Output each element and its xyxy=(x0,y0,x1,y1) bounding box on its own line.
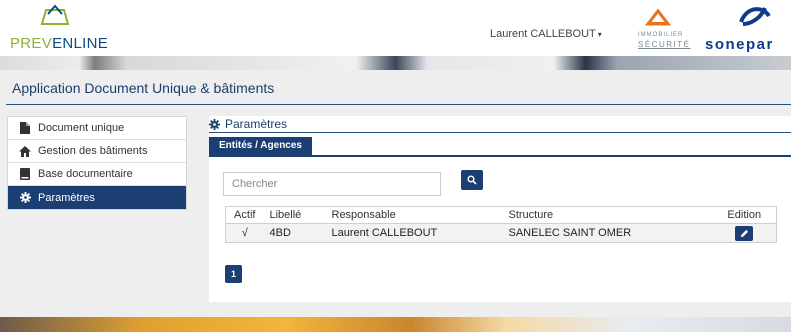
caret-down-icon: ▾ xyxy=(597,30,602,39)
app-area: Application Document Unique & bâtiments … xyxy=(0,70,791,317)
page-title: Application Document Unique & bâtiments xyxy=(12,80,275,96)
tab-divider xyxy=(209,155,791,157)
immobilier-securite-logo: IMMOBILIER SÉCURITÉ xyxy=(636,4,700,50)
sidebar-item-document-unique[interactable]: Document unique xyxy=(8,117,186,140)
section-title: Paramètres xyxy=(225,117,288,131)
pagination-page-1[interactable]: 1 xyxy=(225,265,242,283)
sidebar-item-gestion-batiments[interactable]: Gestion des bâtiments xyxy=(8,140,186,163)
main-panel: Paramètres Entités / Agences Actif Libel… xyxy=(209,116,791,302)
gear-icon xyxy=(209,118,220,130)
sonepar-logo: sonepar xyxy=(703,4,791,54)
col-header-actif[interactable]: Actif xyxy=(225,206,264,224)
sidebar-item-label: Base documentaire xyxy=(38,168,133,180)
cell-edition xyxy=(712,223,777,243)
col-header-structure[interactable]: Structure xyxy=(502,206,713,224)
tab-entites-agences[interactable]: Entités / Agences xyxy=(209,137,312,155)
sidebar-nav: Document unique Gestion des bâtiments Ba… xyxy=(7,116,187,210)
search-button[interactable] xyxy=(461,170,483,190)
search-icon xyxy=(467,175,477,185)
triangle-logo-icon xyxy=(644,8,672,26)
edit-button[interactable] xyxy=(735,225,754,241)
section-header: Paramètres xyxy=(209,116,287,132)
file-icon xyxy=(18,122,32,134)
cell-libelle: 4BD xyxy=(263,223,326,243)
logo-text-pre: PREV xyxy=(10,35,53,52)
sidebar-item-label: Gestion des bâtiments xyxy=(38,145,148,157)
preventline-logo[interactable]: PREVENLINE xyxy=(10,2,120,54)
search-input[interactable] xyxy=(223,172,441,196)
col-header-libelle[interactable]: Libellé xyxy=(263,206,326,224)
logo-text-rest: ENLINE xyxy=(52,35,109,52)
top-header: PREVENLINE Laurent CALLEBOUT ▾ IMMOBILIER… xyxy=(0,0,791,56)
cell-structure: SANELEC SAINT OMER xyxy=(502,223,713,243)
sidebar-item-label: Document unique xyxy=(38,122,125,134)
user-menu-dropdown[interactable]: Laurent CALLEBOUT ▾ xyxy=(490,28,602,40)
home-icon xyxy=(18,145,32,157)
cell-responsable: Laurent CALLEBOUT xyxy=(325,223,503,243)
logo-mark-icon xyxy=(40,4,70,25)
logo-text: PREVENLINE xyxy=(10,35,108,52)
sonepar-swoosh-icon xyxy=(739,7,771,26)
sidebar-item-label: Paramètres xyxy=(38,191,95,204)
gear-icon xyxy=(18,192,32,203)
partner-line1: IMMOBILIER xyxy=(638,32,684,38)
partner-line2: SÉCURITÉ xyxy=(638,40,691,49)
table-header-row: Actif Libellé Responsable Structure Edit… xyxy=(225,206,777,224)
sidebar-item-base-documentaire[interactable]: Base documentaire xyxy=(8,163,186,186)
book-icon xyxy=(18,168,32,180)
footer-banner-image xyxy=(0,317,791,332)
entities-table: Actif Libellé Responsable Structure Edit… xyxy=(225,206,777,243)
pencil-icon xyxy=(740,229,748,237)
sonepar-wordmark: sonepar xyxy=(705,36,774,53)
sidebar-item-parametres[interactable]: Paramètres xyxy=(8,186,186,209)
title-divider xyxy=(6,104,791,105)
header-banner-image xyxy=(0,56,791,70)
col-header-edition: Edition xyxy=(712,206,777,224)
cell-actif: √ xyxy=(225,223,264,243)
col-header-responsable[interactable]: Responsable xyxy=(325,206,503,224)
table-row[interactable]: √ 4BD Laurent CALLEBOUT SANELEC SAINT OM… xyxy=(225,223,777,243)
user-name: Laurent CALLEBOUT xyxy=(490,28,596,40)
section-divider xyxy=(209,132,791,133)
